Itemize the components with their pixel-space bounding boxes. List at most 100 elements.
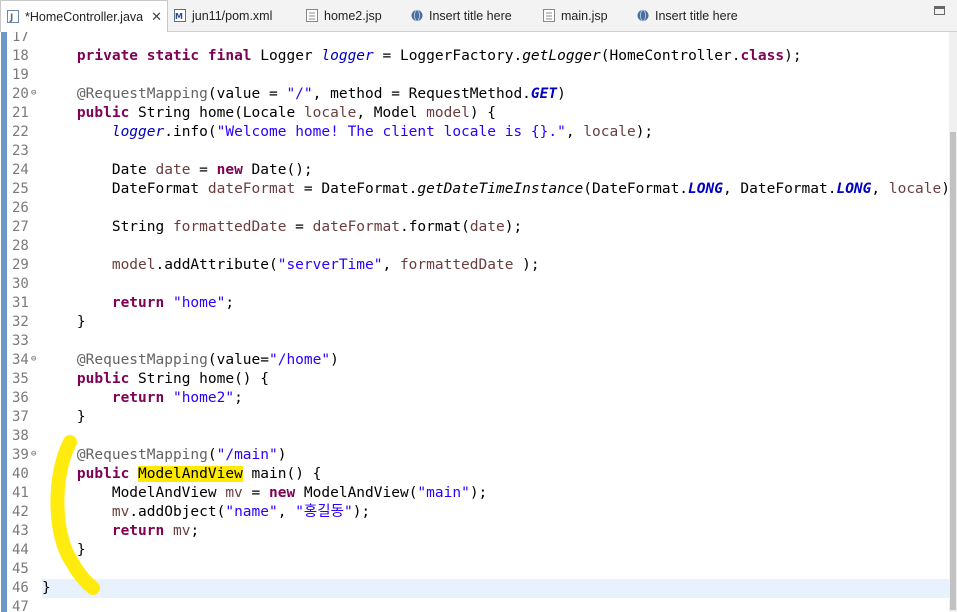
vertical-scrollbar[interactable]: [949, 32, 957, 612]
code-line[interactable]: }: [42, 408, 950, 427]
line-number: 28: [12, 238, 29, 254]
code-line[interactable]: [42, 427, 950, 446]
code-line[interactable]: [42, 275, 950, 294]
fold-toggle-icon[interactable]: ⊖: [31, 88, 36, 98]
line-number: 45: [12, 561, 29, 577]
code-token: "홍길동": [295, 504, 353, 520]
code-token: "main": [417, 485, 470, 501]
code-editor[interactable]: 17 18 19 20 21 22 23 24 25 26 27 28 29 3…: [0, 32, 957, 612]
tab-main-jsp[interactable]: main.jsp: [537, 0, 627, 31]
code-token: "/home": [268, 352, 331, 368]
code-token: );: [784, 48, 802, 64]
line-number: 19: [12, 67, 29, 83]
code-token: , DateFormat.: [722, 181, 837, 197]
code-token: return: [111, 295, 165, 311]
code-token: mv: [225, 485, 243, 501]
code-text-area[interactable]: private static final Logger logger = Log…: [42, 32, 957, 612]
maximize-icon[interactable]: [934, 6, 945, 15]
jsp-file-icon: [543, 9, 555, 22]
code-line[interactable]: [42, 237, 950, 256]
code-line[interactable]: [42, 66, 950, 85]
code-token: getLogger: [522, 48, 601, 64]
code-line[interactable]: @RequestMapping(value = "/", method = Re…: [42, 85, 950, 104]
code-token: String home() {: [129, 371, 269, 387]
tab-insert-title-1[interactable]: Insert title here: [405, 0, 535, 31]
svg-text:M: M: [175, 12, 183, 21]
code-line[interactable]: DateFormat dateFormat = DateFormat.getDa…: [42, 180, 957, 199]
line-number: 25: [12, 181, 29, 197]
code-line[interactable]: return "home2";: [42, 389, 950, 408]
code-line[interactable]: model.addAttribute("serverTime", formatt…: [42, 256, 950, 275]
tab-insert-title-2[interactable]: Insert title here: [631, 0, 761, 31]
code-token: ,: [382, 257, 400, 273]
tab-label: home2.jsp: [324, 8, 382, 23]
tab-label: Insert title here: [429, 8, 512, 23]
line-number-gutter: 17 18 19 20 21 22 23 24 25 26 27 28 29 3…: [9, 32, 39, 612]
code-line[interactable]: private static final Logger logger = Log…: [42, 47, 950, 66]
code-token: @RequestMapping: [76, 86, 208, 102]
tab-homecontroller-java[interactable]: J *HomeController.java ✕: [0, 0, 168, 32]
code-line[interactable]: [42, 332, 950, 351]
maven-file-icon: M: [174, 9, 186, 22]
code-line[interactable]: @RequestMapping("/main"): [42, 446, 950, 465]
code-line[interactable]: return "home";: [42, 294, 950, 313]
code-line[interactable]: String formattedDate = dateFormat.format…: [42, 218, 950, 237]
code-token: "name": [225, 504, 278, 520]
code-token: public: [76, 105, 130, 121]
code-line[interactable]: }: [42, 541, 950, 560]
code-line[interactable]: [42, 142, 950, 161]
code-line[interactable]: [42, 32, 950, 47]
close-icon[interactable]: ✕: [151, 9, 162, 25]
tab-pom-xml[interactable]: M jun11/pom.xml: [168, 0, 294, 31]
line-number: 17: [12, 32, 29, 45]
code-token: "/": [286, 86, 313, 102]
code-line[interactable]: public ModelAndView main() {: [42, 465, 950, 484]
code-line[interactable]: Date date = new Date();: [42, 161, 950, 180]
code-line[interactable]: public String home(Locale locale, Model …: [42, 104, 950, 123]
code-token: ModelAndView(: [295, 485, 418, 501]
code-line[interactable]: }: [42, 579, 950, 598]
code-token: dateFormat: [312, 219, 400, 235]
globe-icon: [637, 9, 649, 22]
code-token: String: [42, 219, 173, 235]
code-line[interactable]: @RequestMapping(value="/home"): [42, 351, 950, 370]
code-token: ,: [565, 124, 584, 140]
code-token: ,: [277, 504, 296, 520]
code-token: );: [352, 504, 371, 520]
code-token: GET: [530, 86, 558, 102]
code-token: locale: [583, 124, 636, 140]
scrollbar-thumb[interactable]: [950, 132, 956, 610]
code-line[interactable]: mv.addObject("name", "홍길동");: [42, 503, 950, 522]
code-token: class: [740, 48, 785, 64]
tab-home2-jsp[interactable]: home2.jsp: [300, 0, 400, 31]
code-line[interactable]: [42, 560, 950, 579]
code-line[interactable]: [42, 199, 950, 218]
code-token: model: [111, 257, 156, 273]
code-token: main() {: [242, 466, 322, 482]
code-token: DateFormat: [42, 181, 208, 197]
line-number: 36: [12, 390, 29, 406]
code-line[interactable]: [42, 598, 950, 612]
line-number: 22: [12, 124, 29, 140]
code-line[interactable]: public String home() {: [42, 370, 950, 389]
line-number: 23: [12, 143, 29, 159]
code-token: , method = RequestMethod.: [312, 86, 531, 102]
fold-toggle-icon[interactable]: ⊖: [31, 449, 36, 459]
code-token: date: [155, 162, 191, 178]
code-line[interactable]: return mv;: [42, 522, 950, 541]
code-token: ): [277, 447, 287, 463]
code-line[interactable]: ModelAndView mv = new ModelAndView("main…: [42, 484, 950, 503]
code-line[interactable]: }: [42, 313, 950, 332]
code-token: (HomeController.: [600, 48, 741, 64]
code-token: .addObject(: [129, 504, 226, 520]
code-line[interactable]: logger.info("Welcome home! The client lo…: [42, 123, 950, 142]
fold-toggle-icon[interactable]: ⊖: [31, 354, 36, 364]
